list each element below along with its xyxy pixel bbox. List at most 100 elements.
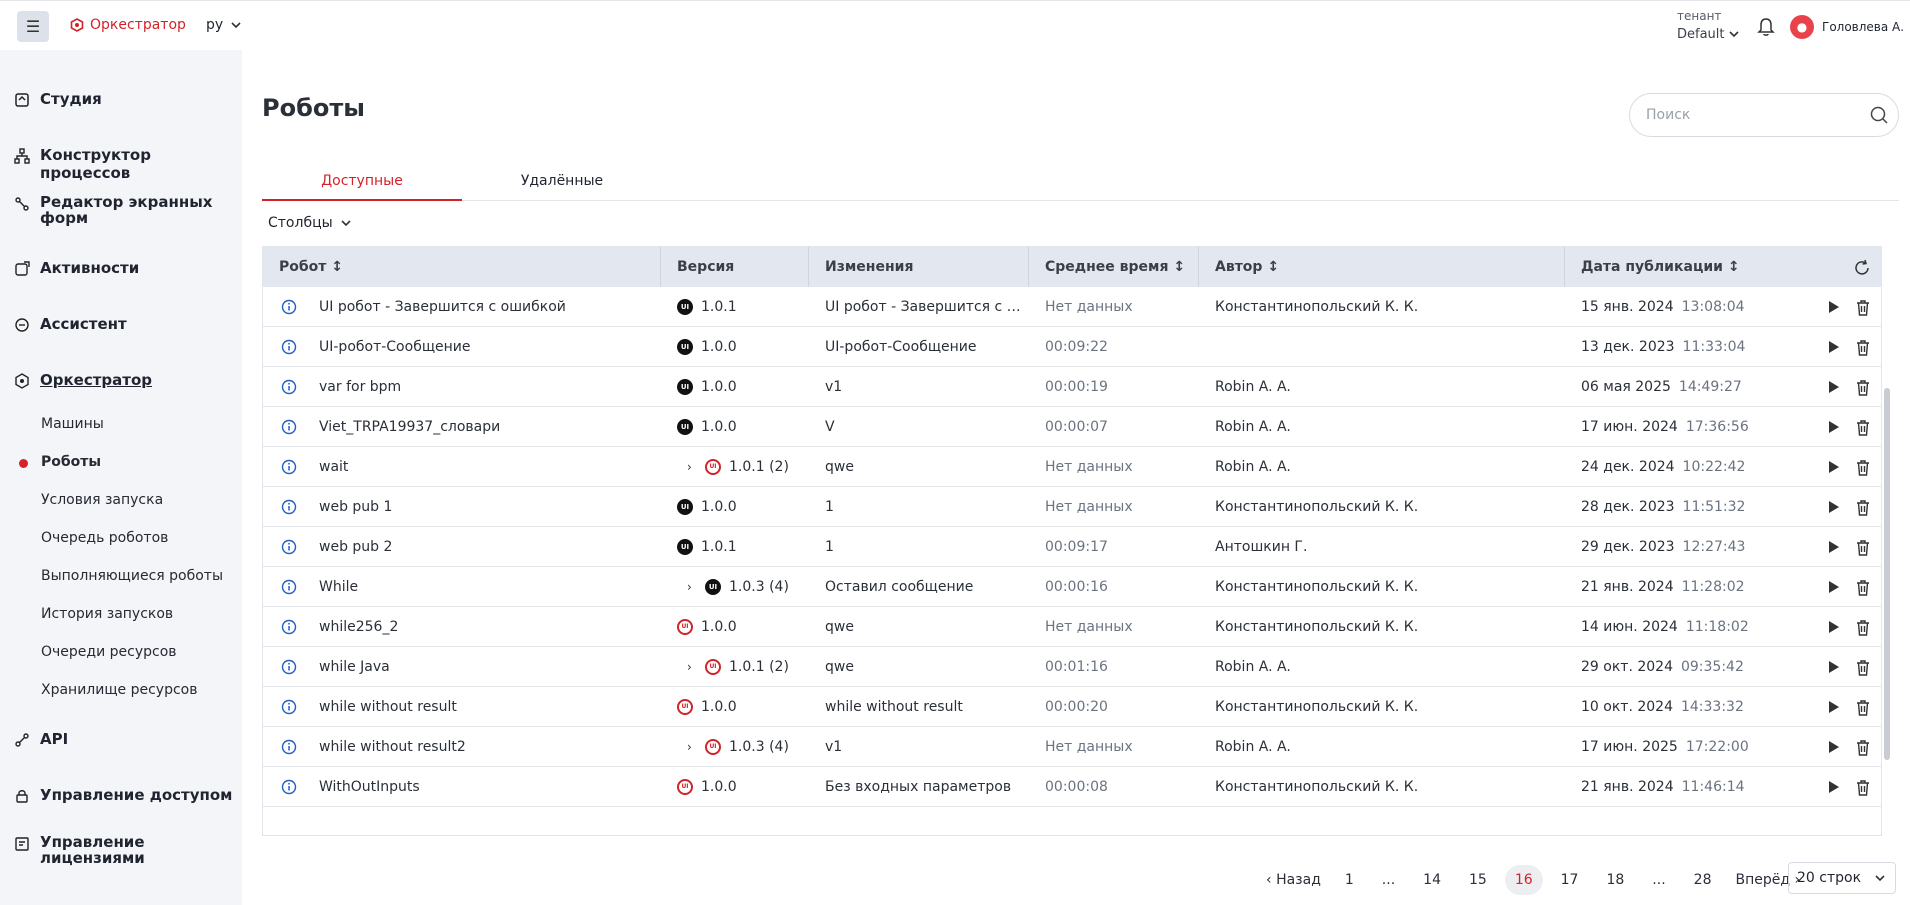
cell-robot-name[interactable]: while without result bbox=[303, 687, 661, 727]
sidebar-item-access[interactable]: Управление доступом bbox=[14, 786, 232, 804]
table-row[interactable]: While › UI 1.0.3 (4) Оставил сообщение 00:00:… bbox=[263, 567, 1881, 607]
chevron-right-icon[interactable]: › bbox=[687, 447, 697, 487]
search-input[interactable] bbox=[1629, 93, 1899, 137]
search-icon[interactable] bbox=[1869, 105, 1889, 125]
cell-robot-name[interactable]: While bbox=[303, 567, 661, 607]
sidebar-subitem-resource-storage[interactable]: Хранилище ресурсов bbox=[41, 682, 198, 698]
trash-icon[interactable] bbox=[1855, 699, 1871, 717]
play-icon[interactable] bbox=[1825, 579, 1841, 595]
tab-deleted[interactable]: Удалённые bbox=[462, 161, 662, 201]
cell-robot-name[interactable]: WithOutInputs bbox=[303, 767, 661, 807]
sidebar-item-form-editor[interactable]: Редактор экранных форм bbox=[14, 194, 224, 226]
table-row[interactable]: while256_2 UI 1.0.0 qwe Нет данных Константин… bbox=[263, 607, 1881, 647]
table-row[interactable]: while without result2 › UI 1.0.3 (4) v1 Нет д… bbox=[263, 727, 1881, 767]
sidebar-item-licenses[interactable]: Управление лицензиями bbox=[14, 834, 224, 866]
cell-robot-name[interactable]: web pub 1 bbox=[303, 487, 661, 527]
language-select[interactable]: ру bbox=[206, 17, 241, 33]
pager-page[interactable]: 18 bbox=[1596, 865, 1634, 895]
pager-page[interactable]: 17 bbox=[1551, 865, 1589, 895]
table-row[interactable]: UI робот - Завершится с ошибкой UI 1.0.1 UI… bbox=[263, 287, 1881, 327]
info-icon[interactable] bbox=[281, 619, 297, 635]
table-row[interactable]: wait › UI 1.0.1 (2) qwe Нет данных Robin A. A.… bbox=[263, 447, 1881, 487]
play-icon[interactable] bbox=[1825, 659, 1841, 675]
trash-icon[interactable] bbox=[1855, 459, 1871, 477]
table-row[interactable]: WithOutInputs UI 1.0.0 Без входных параметр… bbox=[263, 767, 1881, 807]
play-icon[interactable] bbox=[1825, 459, 1841, 475]
header-author[interactable]: Автор ↕ bbox=[1199, 247, 1565, 287]
cell-robot-name[interactable]: Viet_TRPA19937_словари bbox=[303, 407, 661, 447]
trash-icon[interactable] bbox=[1855, 539, 1871, 557]
brand[interactable]: Оркестратор bbox=[70, 17, 186, 33]
trash-icon[interactable] bbox=[1855, 299, 1871, 317]
pager-prev-button[interactable]: ‹ Назад bbox=[1256, 865, 1331, 895]
info-icon[interactable] bbox=[281, 419, 297, 435]
chevron-right-icon[interactable]: › bbox=[687, 567, 697, 607]
play-icon[interactable] bbox=[1825, 499, 1841, 515]
trash-icon[interactable] bbox=[1855, 339, 1871, 357]
trash-icon[interactable] bbox=[1855, 579, 1871, 597]
info-icon[interactable] bbox=[281, 539, 297, 555]
sidebar-item-studio[interactable]: Студия bbox=[14, 90, 102, 108]
menu-button[interactable]: ☰ bbox=[17, 11, 49, 42]
pager-page[interactable]: 15 bbox=[1459, 865, 1497, 895]
cell-robot-name[interactable]: while Java bbox=[303, 647, 661, 687]
table-row[interactable]: Viet_TRPA19937_словари UI 1.0.0 V 00:00:07 Ro… bbox=[263, 407, 1881, 447]
cell-robot-name[interactable]: var for bpm bbox=[303, 367, 661, 407]
notifications-button[interactable] bbox=[1757, 17, 1775, 41]
table-row[interactable]: var for bpm UI 1.0.0 v1 00:00:19 Robin A. A. 0… bbox=[263, 367, 1881, 407]
pager-page[interactable]: 16 bbox=[1504, 865, 1543, 895]
rows-per-page-select[interactable]: 20 строк bbox=[1788, 862, 1896, 894]
info-icon[interactable] bbox=[281, 739, 297, 755]
cell-robot-name[interactable]: UI-робот-Сообщение bbox=[303, 327, 661, 367]
columns-dropdown[interactable]: Столбцы bbox=[268, 215, 351, 231]
table-row[interactable]: web pub 1 UI 1.0.0 1 Нет данных Константинопо… bbox=[263, 487, 1881, 527]
cell-robot-name[interactable]: UI робот - Завершится с ошибкой bbox=[303, 287, 661, 327]
info-icon[interactable] bbox=[281, 339, 297, 355]
info-icon[interactable] bbox=[281, 459, 297, 475]
header-avg-time[interactable]: Среднее время ↕ bbox=[1029, 247, 1199, 287]
info-icon[interactable] bbox=[281, 499, 297, 515]
cell-robot-name[interactable]: while without result2 bbox=[303, 727, 661, 767]
trash-icon[interactable] bbox=[1855, 779, 1871, 797]
chevron-right-icon[interactable]: › bbox=[687, 647, 697, 687]
sidebar-item-assistant[interactable]: Ассистент bbox=[14, 315, 127, 333]
pager-page[interactable]: 14 bbox=[1413, 865, 1451, 895]
info-icon[interactable] bbox=[281, 379, 297, 395]
info-icon[interactable] bbox=[281, 699, 297, 715]
sidebar-item-api[interactable]: API bbox=[14, 730, 68, 748]
play-icon[interactable] bbox=[1825, 619, 1841, 635]
play-icon[interactable] bbox=[1825, 419, 1841, 435]
header-publish-date[interactable]: Дата публикации ↕ bbox=[1565, 247, 1881, 287]
table-row[interactable]: web pub 2 UI 1.0.1 1 00:09:17 Антошкин Г. 29 д… bbox=[263, 527, 1881, 567]
info-icon[interactable] bbox=[281, 659, 297, 675]
table-row[interactable]: while without result UI 1.0.0 while without… bbox=[263, 687, 1881, 727]
trash-icon[interactable] bbox=[1855, 739, 1871, 757]
sidebar-subitem-run-history[interactable]: История запусков bbox=[41, 606, 173, 622]
sidebar-item-activities[interactable]: Активности bbox=[14, 259, 139, 277]
sidebar-subitem-triggers[interactable]: Условия запуска bbox=[41, 492, 163, 508]
pager-page[interactable]: 1 bbox=[1335, 865, 1364, 895]
pager-page[interactable]: 28 bbox=[1684, 865, 1722, 895]
sidebar-subitem-robot-queue[interactable]: Очередь роботов bbox=[41, 530, 168, 546]
trash-icon[interactable] bbox=[1855, 499, 1871, 517]
trash-icon[interactable] bbox=[1855, 419, 1871, 437]
table-row[interactable]: UI-робот-Сообщение UI 1.0.0 UI-робот-Сообще… bbox=[263, 327, 1881, 367]
header-robot[interactable]: Робот ↕ bbox=[263, 247, 661, 287]
play-icon[interactable] bbox=[1825, 539, 1841, 555]
table-row[interactable]: while Java › UI 1.0.1 (2) qwe 00:01:16 Robin A… bbox=[263, 647, 1881, 687]
sidebar-item-process-builder[interactable]: Конструктор процессов bbox=[14, 146, 242, 182]
play-icon[interactable] bbox=[1825, 699, 1841, 715]
cell-robot-name[interactable]: while256_2 bbox=[303, 607, 661, 647]
info-icon[interactable] bbox=[281, 579, 297, 595]
play-icon[interactable] bbox=[1825, 779, 1841, 795]
tenant-select[interactable]: тенант Default bbox=[1677, 9, 1739, 42]
sidebar-subitem-machines[interactable]: Машины bbox=[41, 416, 104, 432]
sidebar-subitem-robots[interactable]: Роботы bbox=[18, 454, 101, 470]
play-icon[interactable] bbox=[1825, 339, 1841, 355]
chevron-right-icon[interactable]: › bbox=[687, 727, 697, 767]
sidebar-subitem-resource-queues[interactable]: Очереди ресурсов bbox=[41, 644, 177, 660]
trash-icon[interactable] bbox=[1855, 659, 1871, 677]
play-icon[interactable] bbox=[1825, 739, 1841, 755]
play-icon[interactable] bbox=[1825, 379, 1841, 395]
info-icon[interactable] bbox=[281, 299, 297, 315]
